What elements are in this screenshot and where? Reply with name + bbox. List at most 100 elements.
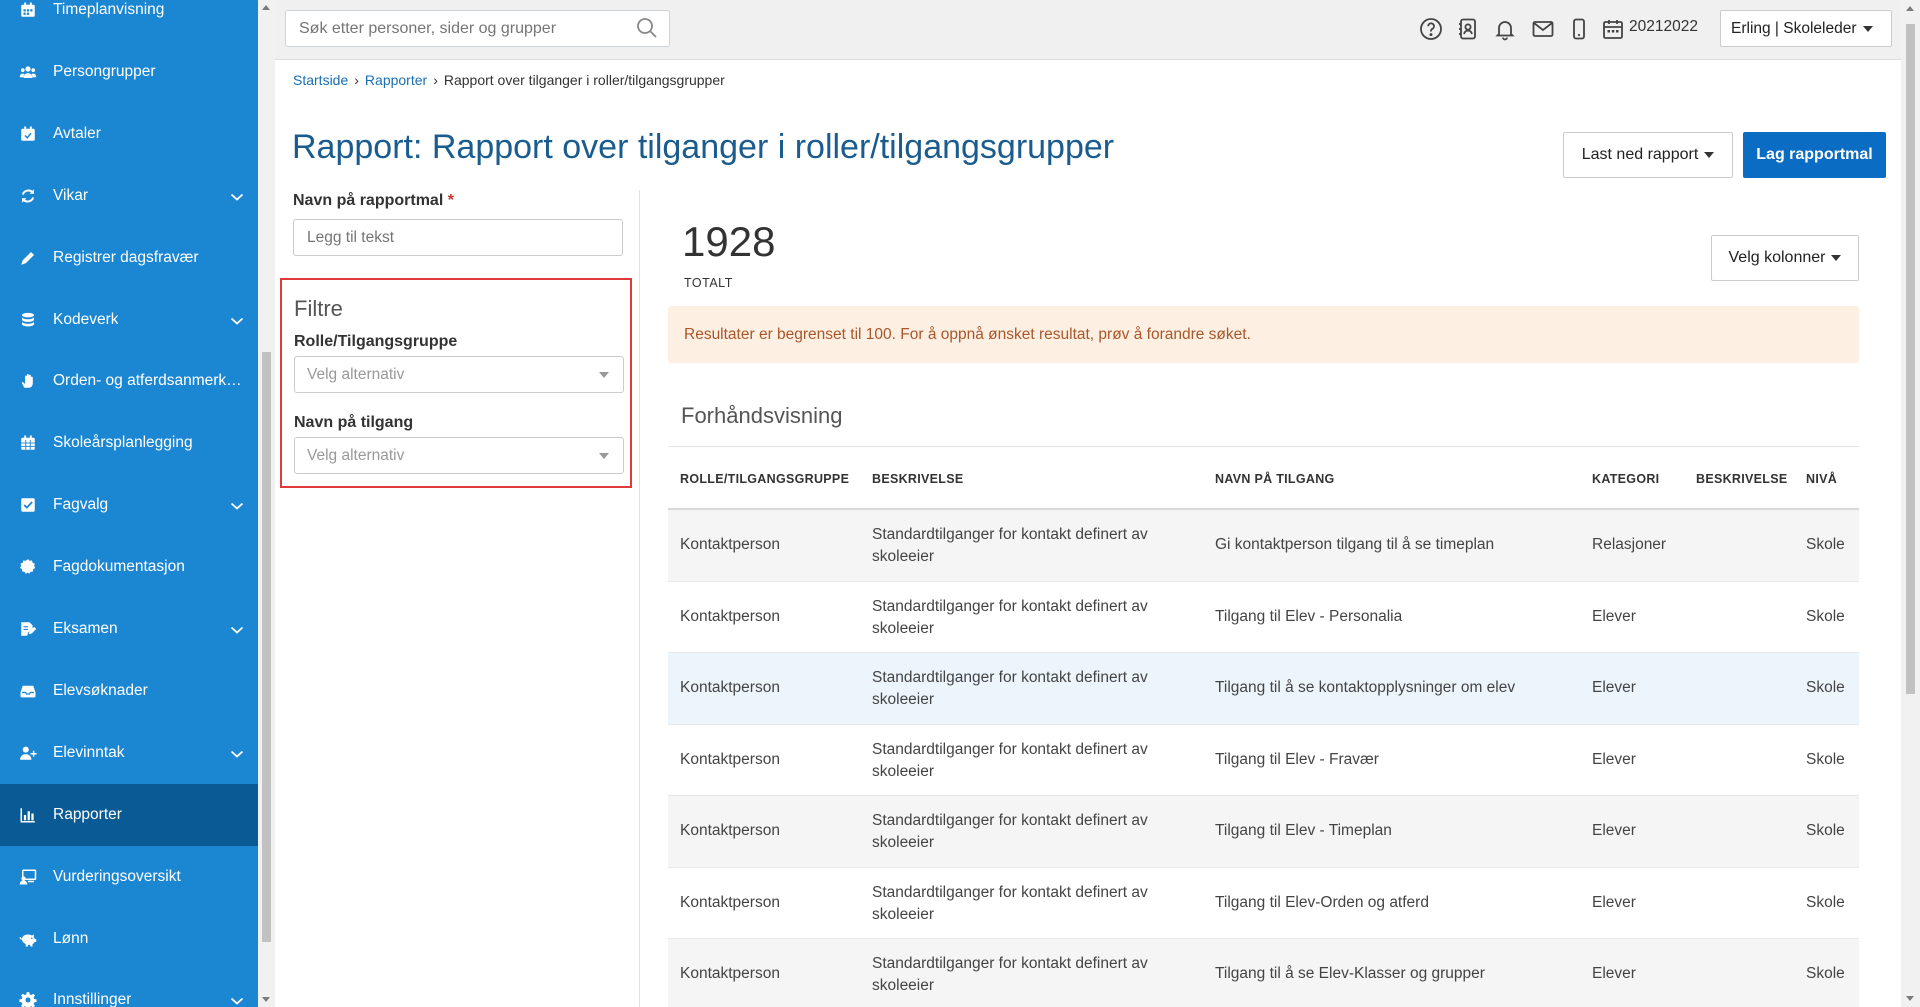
chevron-down-icon[interactable] xyxy=(230,499,244,511)
cell-description: Standardtilganger for kontakt definert a… xyxy=(872,740,1148,780)
chevron-down-icon[interactable] xyxy=(230,747,244,759)
template-name-label-text: Navn på rapportmal xyxy=(293,192,444,209)
template-name-input[interactable] xyxy=(293,219,623,256)
column-header-level[interactable]: NIVÅ xyxy=(1806,472,1837,486)
chevron-down-icon[interactable] xyxy=(230,994,244,1006)
sidebar-item-17[interactable]: Innstillinger xyxy=(0,969,258,1007)
bar-chart-icon xyxy=(17,804,39,826)
sidebar-item-2[interactable]: Persongrupper xyxy=(0,41,258,103)
sidebar-item-15[interactable]: Vurderingsoversikt xyxy=(0,846,258,908)
table-row[interactable]: Kontaktperson Standardtilganger for konta… xyxy=(668,725,1859,796)
bell-icon[interactable] xyxy=(1493,17,1517,41)
sidebar-item-label: Vurderingsoversikt xyxy=(53,867,181,885)
window-scroll-up-arrow[interactable] xyxy=(1906,6,1914,11)
sidebar-item-5[interactable]: Registrer dagsfravær xyxy=(0,227,258,289)
chevron-down-icon[interactable] xyxy=(230,623,244,635)
cell-description: Standardtilganger for kontakt definert a… xyxy=(872,812,1148,851)
choose-columns-button[interactable]: Velg kolonner xyxy=(1711,235,1859,281)
contact-book-icon[interactable] xyxy=(1456,17,1480,41)
filters-section: Filtre Rolle/Tilgangsgruppe Velg alterna… xyxy=(280,278,632,488)
school-year-calendar-icon[interactable] xyxy=(1601,17,1625,41)
table-row[interactable]: Kontaktperson Standardtilganger for konta… xyxy=(668,796,1859,868)
breadcrumb-link-home[interactable]: Startside xyxy=(293,72,348,88)
sidebar-item-16[interactable]: Lønn xyxy=(0,908,258,970)
chevron-down-icon[interactable] xyxy=(230,314,244,326)
mail-icon[interactable] xyxy=(1531,17,1555,41)
table-row[interactable]: Kontaktperson Standardtilganger for konta… xyxy=(668,582,1859,653)
cell-description: Standardtilganger for kontakt definert a… xyxy=(872,526,1148,565)
table-body: Kontaktperson Standardtilganger for konta… xyxy=(668,510,1859,1007)
results-limit-alert: Resultater er begrenset til 100. For å o… xyxy=(668,306,1859,363)
sidebar-item-label: Elevinntak xyxy=(53,743,125,761)
window-scroll-down-arrow[interactable] xyxy=(1906,996,1914,1001)
column-header-description-2[interactable]: BESKRIVELSE xyxy=(1696,472,1788,486)
sidebar-item-label: Vikar xyxy=(53,186,89,204)
role-filter-label: Rolle/Tilgangsgruppe xyxy=(294,333,458,350)
sidebar-item-12[interactable]: Elevsøknader xyxy=(0,660,258,722)
caret-down-icon xyxy=(1704,152,1715,158)
cell-level: Skole xyxy=(1806,893,1845,911)
sidebar-item-7[interactable]: Orden- og atferdsanmerkn... xyxy=(0,350,258,412)
sidebar-item-3[interactable]: Avtaler xyxy=(0,103,258,165)
window-scrollbar[interactable] xyxy=(1901,0,1920,1007)
cell-access-name: Tilgang til å se Elev-Klasser og grupper xyxy=(1215,965,1485,982)
preview-title: Forhåndsvisning xyxy=(681,403,843,428)
page-title: Rapport: Rapport over tilganger i roller… xyxy=(292,128,1115,166)
column-header-description[interactable]: BESKRIVELSE xyxy=(872,472,964,486)
table-row[interactable]: Kontaktperson Standardtilganger for konta… xyxy=(668,653,1859,725)
checkbox-icon xyxy=(17,494,39,516)
sidebar-scrollbar[interactable] xyxy=(258,0,275,1007)
create-report-template-label: Lag rapportmal xyxy=(1756,146,1873,163)
column-header-access-name[interactable]: NAVN PÅ TILGANG xyxy=(1215,472,1335,486)
caret-down-icon xyxy=(1831,255,1842,261)
hand-icon xyxy=(17,370,39,392)
sidebar-item-13[interactable]: Elevinntak xyxy=(0,722,258,784)
search-icon[interactable] xyxy=(635,16,659,40)
help-icon[interactable] xyxy=(1419,17,1443,41)
column-header-category[interactable]: KATEGORI xyxy=(1592,472,1659,486)
table-row[interactable]: Kontaktperson Standardtilganger for konta… xyxy=(668,939,1859,1007)
school-year-label[interactable]: 20212022 xyxy=(1629,18,1698,36)
access-filter-select[interactable]: Velg alternativ xyxy=(294,437,624,474)
cell-level: Skole xyxy=(1806,965,1845,982)
database-icon xyxy=(17,309,39,331)
sidebar-item-8[interactable]: Skoleårsplanlegging xyxy=(0,412,258,474)
cell-description: Standardtilganger for kontakt definert a… xyxy=(872,883,1148,923)
window-scroll-thumb[interactable] xyxy=(1906,24,1915,694)
chevron-right-icon: › xyxy=(433,72,438,88)
user-role-menu[interactable]: Erling | Skoleleder xyxy=(1720,10,1892,47)
sidebar-item-14[interactable]: Rapporter xyxy=(0,783,258,846)
sidebar-item-6[interactable]: Kodeverk xyxy=(0,289,258,351)
cell-category: Elever xyxy=(1592,965,1636,982)
sidebar-item-9[interactable]: Fagvalg xyxy=(0,474,258,536)
search-input[interactable] xyxy=(285,10,670,47)
sidebar: Timeplanvisning Persongrupper Avtaler Vikar… xyxy=(0,0,258,1007)
create-report-template-button[interactable]: Lag rapportmal xyxy=(1743,132,1886,178)
role-filter-select[interactable]: Velg alternativ xyxy=(294,356,624,393)
edit-document-icon xyxy=(17,618,39,640)
sidebar-scroll-thumb[interactable] xyxy=(262,352,271,942)
sidebar-item-11[interactable]: Eksamen xyxy=(0,598,258,660)
sidebar-item-label: Innstillinger xyxy=(53,991,132,1007)
table-row[interactable]: Kontaktperson Standardtilganger for konta… xyxy=(668,510,1859,582)
chevron-down-icon[interactable] xyxy=(230,190,244,202)
table-row[interactable]: Kontaktperson Standardtilganger for konta… xyxy=(668,868,1859,939)
access-filter-placeholder: Velg alternativ xyxy=(307,446,405,464)
cell-role: Kontaktperson xyxy=(680,536,780,553)
sidebar-item-4[interactable]: Vikar xyxy=(0,165,258,227)
column-header-role[interactable]: ROLLE/TILGANGSGRUPPE xyxy=(680,472,849,486)
sidebar-item-1[interactable]: Timeplanvisning xyxy=(0,0,258,41)
chevron-right-icon: › xyxy=(354,72,359,88)
role-filter-placeholder: Velg alternativ xyxy=(307,365,405,383)
mobile-phone-icon[interactable] xyxy=(1567,17,1591,41)
download-report-label: Last ned rapport xyxy=(1581,146,1699,163)
preview-divider xyxy=(668,446,1859,447)
cell-category: Elever xyxy=(1592,607,1636,625)
sidebar-item-label: Rapporter xyxy=(53,805,122,823)
download-report-button[interactable]: Last ned rapport xyxy=(1563,132,1733,178)
sidebar-item-10[interactable]: Fagdokumentasjon xyxy=(0,536,258,598)
sidebar-scroll-down-arrow[interactable] xyxy=(262,997,270,1002)
sidebar-item-label: Fagvalg xyxy=(53,496,109,514)
sidebar-scroll-up-arrow[interactable] xyxy=(262,5,270,10)
breadcrumb-link-reports[interactable]: Rapporter xyxy=(365,72,427,88)
